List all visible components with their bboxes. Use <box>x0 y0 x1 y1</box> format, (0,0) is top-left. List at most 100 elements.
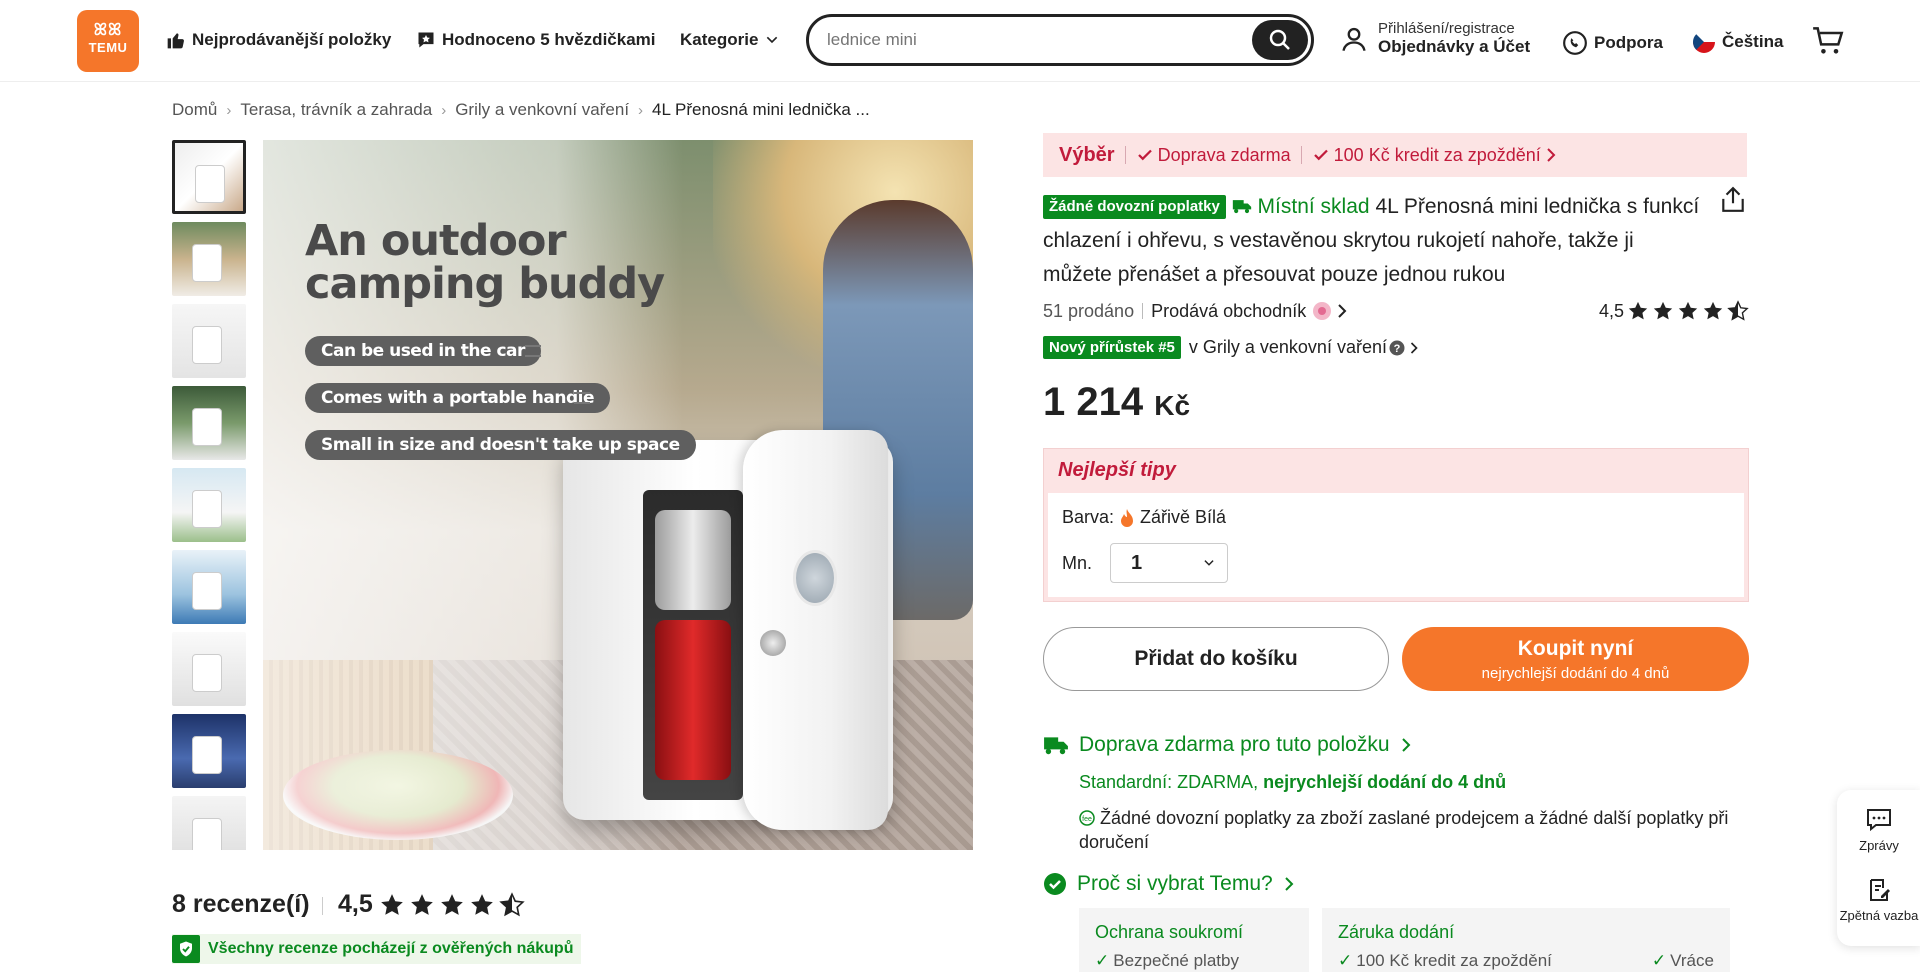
buy-now-button[interactable]: Koupit nyní nejrychlejší dodání do 4 dnů <box>1402 627 1749 691</box>
chevron-down-icon <box>767 36 778 44</box>
nav-five-star[interactable]: Hodnoceno 5 hvězdičkami <box>416 30 656 50</box>
flame-icon <box>1121 508 1134 527</box>
thumbnail[interactable] <box>172 468 246 542</box>
shopping-cart-icon <box>1813 27 1844 54</box>
review-rating: 4,5 <box>338 890 525 919</box>
temu-logo[interactable]: ꕤꕤ TEMU <box>77 10 139 72</box>
svg-text:fee: fee <box>1082 816 1092 823</box>
chevron-down-icon <box>1204 560 1214 566</box>
product-rating[interactable]: 4,5 <box>1599 300 1749 322</box>
free-shipping-tag: Doprava zdarma <box>1136 145 1291 166</box>
product-title: Žádné dovozní poplatky Místní sklad 4L P… <box>1043 190 1703 292</box>
user-icon <box>1342 27 1366 51</box>
chevron-right-icon <box>1547 148 1556 162</box>
product-main-image[interactable]: An outdoor camping buddy Can be used in … <box>263 140 973 850</box>
nav-language[interactable]: Čeština <box>1692 30 1783 54</box>
add-to-cart-button[interactable]: Přidat do košíku <box>1043 627 1389 691</box>
why-temu-link[interactable]: Proč si vybrat Temu? <box>1043 872 1295 896</box>
account-menu[interactable]: Přihlášení/registrace Objednávky a Účet <box>1340 20 1530 57</box>
share-button[interactable] <box>1720 186 1746 219</box>
breadcrumb-current: 4L Přenosná mini lednička ... <box>652 100 870 119</box>
quantity-label: Mn. <box>1062 553 1093 573</box>
free-shipping-link[interactable]: Doprava zdarma pro tuto položku <box>1043 733 1412 757</box>
seller-link[interactable]: Prodává obchodník <box>1151 301 1306 322</box>
privacy-card[interactable]: Ochrana soukromí ✓ Bezpečné platby <box>1079 908 1309 972</box>
product-price: 1 214 Kč <box>1043 380 1191 424</box>
checkmark-icon: ✓ <box>1651 951 1667 970</box>
checkmark-icon <box>1313 149 1328 161</box>
local-warehouse-label: Místní sklad <box>1232 195 1376 218</box>
truck-icon <box>1232 200 1251 214</box>
best-tips-panel: Nejlepší tipy Barva: Zářivě Bílá Mn. 1 <box>1043 448 1749 602</box>
thumbnail[interactable] <box>172 222 246 296</box>
half-star-icon <box>499 891 525 916</box>
chevron-right-icon <box>1284 877 1294 891</box>
search-button[interactable] <box>1252 20 1308 60</box>
checkmark-icon: ✓ <box>1095 951 1110 970</box>
checkmark-icon <box>1137 149 1152 161</box>
new-arrival-row[interactable]: Nový přírůstek #5 v Grily a venkovní vař… <box>1043 336 1419 359</box>
search-box <box>806 14 1314 66</box>
chevron-right-icon <box>1410 341 1418 354</box>
messages-button[interactable]: Zprávy <box>1837 808 1920 853</box>
delay-credit-tag[interactable]: 100 Kč kredit za zpoždění <box>1312 145 1557 166</box>
search-icon <box>1269 29 1290 50</box>
thumbnail[interactable] <box>172 632 246 706</box>
star-icon <box>380 893 403 915</box>
color-value: Zářivě Bílá <box>1140 507 1227 527</box>
czech-flag-icon <box>1693 31 1715 53</box>
nav-support[interactable]: Podpora <box>1562 30 1663 56</box>
thumbnail[interactable] <box>172 140 246 214</box>
support-chat-icon <box>1563 31 1587 55</box>
sold-count: 51 prodáno <box>1043 300 1135 321</box>
thumbnail[interactable] <box>172 714 246 788</box>
nav-bestsellers[interactable]: Nejprodávanější položky <box>166 30 391 50</box>
star-icon <box>470 893 493 915</box>
nav-categories[interactable]: Kategorie <box>680 30 780 50</box>
chevron-right-icon: › <box>226 101 232 119</box>
search-input[interactable] <box>827 27 1227 53</box>
star-icon <box>410 893 433 915</box>
color-row[interactable]: Barva: Zářivě Bílá <box>1062 507 1226 528</box>
thumbnail[interactable] <box>172 386 246 460</box>
no-import-fees-badge: Žádné dovozní poplatky <box>1043 195 1226 219</box>
share-icon <box>1722 186 1744 212</box>
new-arrival-badge: Nový přírůstek #5 <box>1043 336 1181 359</box>
quantity-select[interactable]: 1 <box>1110 543 1228 583</box>
half-star-icon <box>1727 300 1749 321</box>
thumbs-up-icon <box>167 33 184 49</box>
svg-text:?: ? <box>1394 343 1401 355</box>
star-icon <box>1628 301 1648 320</box>
image-feature-pill: Small in size and doesn't take up space <box>305 430 696 460</box>
shop-avatar-icon <box>1313 302 1332 320</box>
breadcrumb-grills[interactable]: Grily a venkovní vaření <box>455 100 629 120</box>
cart-button[interactable] <box>1812 26 1844 61</box>
breadcrumb-home[interactable]: Domů <box>172 100 217 120</box>
breadcrumb: Domů › Terasa, trávník a zahrada › Grily… <box>172 100 870 120</box>
new-arrival-category: v Grily a venkovní vaření <box>1188 337 1387 357</box>
thumbnail[interactable] <box>172 304 246 378</box>
star-icon <box>1653 301 1673 320</box>
shield-check-icon <box>1044 873 1066 895</box>
standard-shipping: Standardní: ZDARMA, nejrychlejší dodání … <box>1079 772 1507 792</box>
thumbnail[interactable] <box>172 796 246 850</box>
delivery-guarantee-card[interactable]: Záruka dodání ✓ 100 Kč kredit za zpoždění… <box>1322 908 1730 972</box>
star-icon <box>440 893 463 915</box>
no-fee-icon: fee <box>1079 810 1095 826</box>
verified-reviews-note: Všechny recenze pocházejí z ověřených ná… <box>172 934 582 964</box>
site-header: ꕤꕤ TEMU Nejprodávanější položky Hodnocen… <box>0 0 1920 82</box>
review-count[interactable]: 8 recenze(í) <box>172 890 310 919</box>
thumbnail[interactable] <box>172 550 246 624</box>
star-review-icon <box>418 32 434 48</box>
sold-seller-row: 51 prodáno Prodává obchodník 4,5 <box>1043 300 1749 322</box>
feedback-button[interactable]: Zpětná vazba <box>1837 878 1920 923</box>
shield-check-icon <box>172 935 200 963</box>
import-fee-note: fee Žádné dovozní poplatky za zboží zasl… <box>1079 808 1729 852</box>
image-feature-pill: Can be used in the car <box>305 336 541 366</box>
best-tips-title: Nejlepší tipy <box>1058 459 1176 481</box>
selection-label: Výběr <box>1059 143 1115 166</box>
star-rating <box>379 891 525 918</box>
breadcrumb-patio[interactable]: Terasa, trávník a zahrada <box>240 100 432 120</box>
chevron-right-icon <box>1338 304 1347 318</box>
chevron-right-icon: › <box>638 101 644 119</box>
